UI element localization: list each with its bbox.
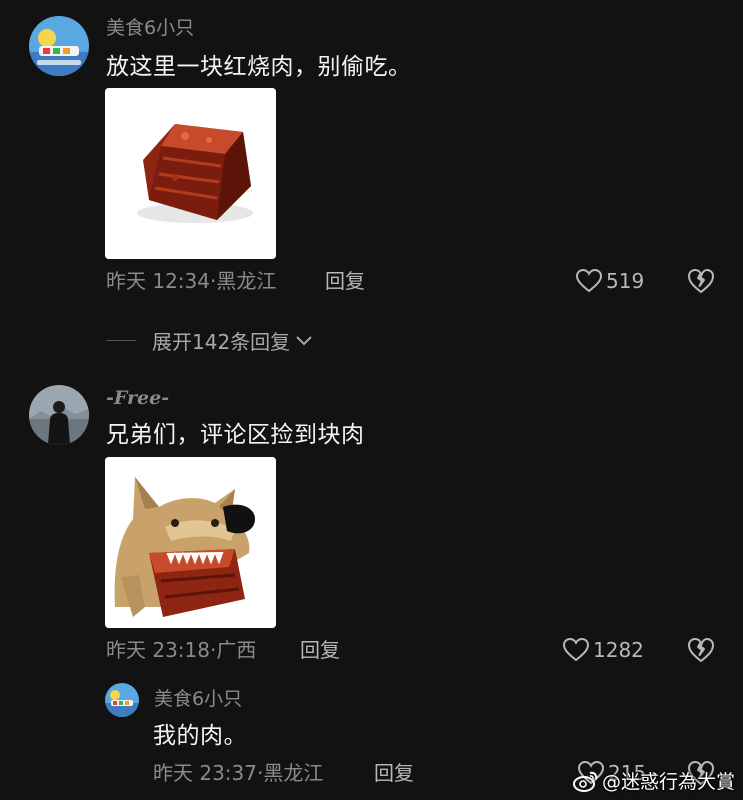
reply-button[interactable]: 回复 (300, 637, 340, 663)
comment-location: 黑龙江 (216, 269, 277, 293)
broken-heart-icon (688, 269, 714, 293)
weibo-logo-icon (572, 771, 598, 792)
dislike-button[interactable] (687, 268, 715, 298)
comment-meta: 昨天 12:34·黑龙江 (106, 268, 276, 294)
watermark-text: @迷惑行為大賞 (601, 771, 735, 793)
comment-time: 昨天 23:18 (106, 638, 210, 662)
chevron-down-icon (296, 335, 312, 345)
sticker-image[interactable] (105, 88, 276, 259)
dislike-button[interactable] (687, 637, 715, 667)
comment-location: 广西 (216, 638, 257, 662)
comment-username[interactable]: -Free- (106, 386, 169, 410)
like-button[interactable]: 1282 (563, 637, 644, 663)
expand-replies-label: 展开142条回复 (152, 330, 291, 354)
reply-button[interactable]: 回复 (374, 760, 414, 786)
expand-replies-button[interactable]: 展开142条回复 (106, 326, 314, 355)
comment-text: 兄弟们，评论区捡到块肉 (106, 422, 365, 448)
watermark: @迷惑行為大賞 (572, 767, 735, 794)
sticker-image[interactable] (105, 457, 276, 628)
braised-pork-image (105, 88, 276, 259)
like-count: 1282 (593, 638, 644, 662)
heart-icon (576, 269, 602, 293)
heart-icon (563, 638, 589, 662)
dog-with-pork-image (105, 457, 276, 628)
comment-time: 昨天 12:34 (106, 269, 210, 293)
avatar[interactable] (105, 683, 139, 717)
reply-text: 我的肉。 (153, 723, 247, 749)
reply-button[interactable]: 回复 (325, 268, 365, 294)
comment-username[interactable]: 美食6小只 (106, 16, 194, 40)
avatar[interactable] (29, 385, 89, 445)
broken-heart-icon (688, 638, 714, 662)
reply-time: 昨天 23:37 (153, 761, 257, 785)
reply-username[interactable]: 美食6小只 (154, 687, 242, 711)
comment-meta: 昨天 23:18·广西 (106, 637, 256, 663)
like-button[interactable]: 519 (576, 268, 644, 294)
reply-location: 黑龙江 (263, 761, 324, 785)
reply-meta: 昨天 23:37·黑龙江 (153, 760, 323, 786)
divider-line (106, 340, 136, 341)
comment-text: 放这里一块红烧肉，别偷吃。 (106, 54, 412, 80)
avatar[interactable] (29, 16, 89, 76)
like-count: 519 (606, 269, 645, 293)
